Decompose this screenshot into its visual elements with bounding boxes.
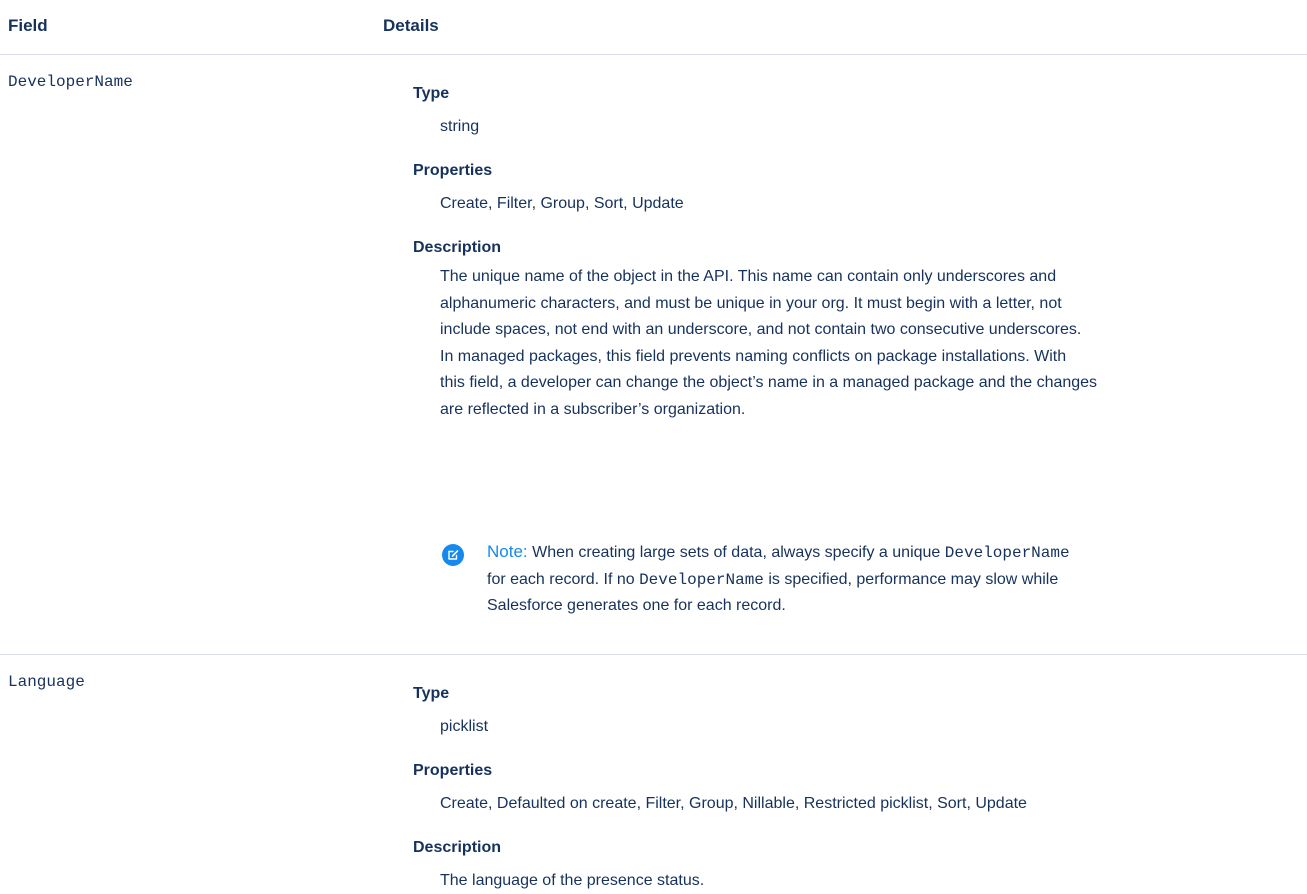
code-developername: DeveloperName: [944, 544, 1070, 562]
properties-label: Properties: [413, 762, 493, 779]
properties-value: Create, Filter, Group, Sort, Update: [440, 195, 684, 212]
description-line: are reflected in a subscriber’s organiza…: [440, 400, 746, 418]
note-text-part: When creating large sets of data, always…: [527, 544, 945, 561]
description-label: Description: [413, 839, 502, 856]
description-text: The unique name of the object in the API…: [440, 264, 1260, 423]
field-table: Field Details DeveloperName Type string …: [0, 0, 1307, 894]
type-value: string: [440, 118, 480, 135]
note-label: Note:: [487, 542, 528, 561]
description-line: alphanumeric characters, and must be uni…: [440, 294, 1062, 312]
type-value: picklist: [440, 718, 489, 735]
description-line: include spaces, not end with an undersco…: [440, 321, 1082, 338]
column-header-details: Details: [383, 16, 439, 35]
field-name: Language: [8, 673, 85, 691]
column-header-field: Field: [8, 16, 48, 35]
note-text: Note: When creating large sets of data, …: [487, 539, 1257, 620]
table-row: DeveloperName Type string Properties Cre…: [0, 55, 1307, 655]
note-text-part: for each record. If no: [487, 570, 640, 588]
description-label: Description: [413, 239, 502, 256]
type-label: Type: [413, 85, 450, 102]
table-row: Language Type picklist Properties Create…: [0, 655, 1307, 894]
description-line: this field, a developer can change the o…: [440, 374, 1098, 391]
description-value: The language of the presence status.: [440, 872, 705, 889]
note-text-part: is specified, performance may slow while: [763, 570, 1059, 588]
edit-note-icon: [442, 544, 464, 566]
note-text-part: Salesforce generates one for each record…: [487, 597, 786, 614]
field-name: DeveloperName: [8, 73, 133, 91]
properties-label: Properties: [413, 162, 493, 179]
description-line: The unique name of the object in the API…: [440, 268, 1057, 285]
type-label: Type: [413, 685, 450, 702]
description-line: In managed packages, this field prevents…: [440, 347, 1067, 365]
properties-value: Create, Defaulted on create, Filter, Gro…: [440, 795, 1027, 812]
table-header: Field Details: [0, 0, 1307, 55]
code-developername: DeveloperName: [639, 570, 764, 589]
